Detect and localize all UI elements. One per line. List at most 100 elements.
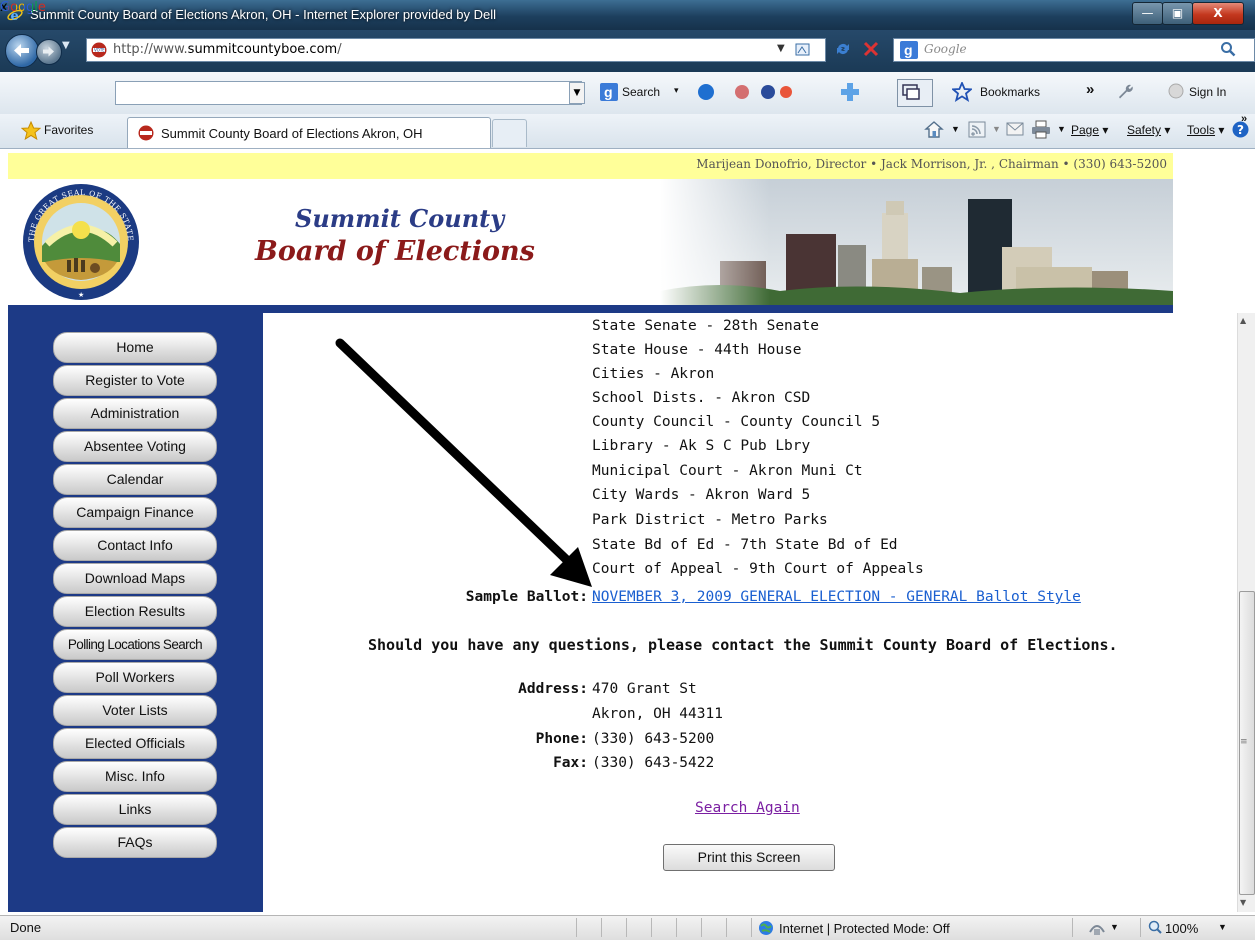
popup-blocker-icon — [902, 84, 920, 100]
safety-menu[interactable]: Safety ▾ — [1127, 123, 1170, 137]
nav-register-button[interactable]: Register to Vote — [53, 365, 217, 396]
tools-menu[interactable]: Tools ▾ — [1187, 123, 1224, 137]
wrench-icon[interactable] — [1116, 82, 1134, 100]
contact-question-text: Should you have any questions, please co… — [368, 636, 1118, 654]
svg-text:g: g — [604, 84, 613, 100]
internet-zone-globe-icon — [759, 921, 773, 935]
nav-download-maps-button[interactable]: Download Maps — [53, 563, 217, 594]
forward-button[interactable] — [36, 39, 62, 65]
nav-contact-button[interactable]: Contact Info — [53, 530, 217, 561]
address-line-1: 470 Grant St — [592, 681, 697, 697]
back-button[interactable] — [5, 34, 39, 68]
address-label: Address: — [518, 681, 588, 697]
sample-ballot-link[interactable]: NOVEMBER 3, 2009 GENERAL ELECTION - GENE… — [592, 589, 1081, 605]
compatibility-view-icon[interactable] — [795, 42, 810, 57]
window-title-bar: e Summit County Board of Elections Akron… — [0, 0, 1255, 30]
zoom-dropdown-icon[interactable]: ▼ — [1218, 922, 1227, 932]
recent-pages-dropdown-icon[interactable]: ▼ — [62, 40, 70, 51]
page-menu[interactable]: Page ▾ — [1071, 123, 1108, 137]
search-again-link[interactable]: Search Again — [695, 800, 800, 816]
nav-absentee-button[interactable]: Absentee Voting — [53, 431, 217, 462]
bookmark-star-icon — [952, 82, 972, 102]
google-search-button[interactable]: Search — [622, 85, 660, 99]
nav-polling-locations-button[interactable]: Polling Locations Search — [53, 629, 217, 660]
nav-misc-info-button[interactable]: Misc. Info — [53, 761, 217, 792]
nav-home-button[interactable]: Home — [53, 332, 217, 363]
search-options-dropdown-icon[interactable]: ▾ — [674, 85, 679, 96]
nav-elected-officials-button[interactable]: Elected Officials — [53, 728, 217, 759]
sign-in-button[interactable]: Sign In — [1189, 85, 1226, 99]
nav-administration-button[interactable]: Administration — [53, 398, 217, 429]
tab-summit-county-boe[interactable]: Summit County Board of Elections Akron, … — [127, 117, 491, 148]
phone-number: (330) 643-5200 — [592, 731, 715, 747]
address-dropdown-icon[interactable]: ▼ — [777, 43, 785, 54]
zoom-level[interactable]: 100% — [1165, 921, 1198, 936]
google-search-input[interactable] — [115, 81, 582, 105]
security-zone-text[interactable]: Internet | Protected Mode: Off — [779, 921, 950, 936]
print-screen-button[interactable]: Print this Screen — [663, 844, 835, 871]
district-line: City Wards - Akron Ward 5 — [592, 487, 811, 503]
district-line: Park District - Metro Parks — [592, 512, 828, 528]
close-button[interactable]: X — [1192, 2, 1244, 25]
phone-label: Phone: — [535, 731, 588, 747]
akron-skyline-image — [660, 179, 1173, 305]
search-box[interactable]: g Google — [893, 38, 1255, 62]
brand-title-line-1: Summit County — [295, 204, 505, 233]
nav-links-button[interactable]: Links — [53, 794, 217, 825]
bookmarks-button[interactable]: Bookmarks — [980, 85, 1040, 99]
nav-poll-workers-button[interactable]: Poll Workers — [53, 662, 217, 693]
add-button-icon[interactable] — [840, 82, 860, 102]
home-icon[interactable] — [924, 120, 944, 139]
site-favicon-icon: VOTE — [91, 42, 107, 58]
nav-voter-lists-button[interactable]: Voter Lists — [53, 695, 217, 726]
district-line: County Council - County Council 5 — [592, 414, 881, 430]
popup-blocker-button[interactable] — [897, 79, 933, 107]
more-tools-chevron-icon[interactable]: » — [1086, 81, 1094, 98]
district-line: School Dists. - Akron CSD — [592, 390, 811, 406]
district-line: Library - Ak S C Pub Lbry — [592, 438, 811, 454]
print-dropdown-icon[interactable]: ▼ — [1057, 124, 1066, 134]
refresh-icon[interactable] — [834, 40, 852, 58]
search-icon[interactable] — [1220, 41, 1236, 57]
annotation-arrow — [335, 338, 592, 587]
address-line-2: Akron, OH 44311 — [592, 706, 723, 722]
scroll-up-arrow-icon[interactable]: ▲ — [1240, 316, 1246, 325]
nav-calendar-button[interactable]: Calendar — [53, 464, 217, 495]
maximize-icon: ▣ — [1171, 6, 1184, 20]
read-mail-icon[interactable] — [1006, 122, 1024, 137]
google-search-provider-icon: g — [900, 41, 918, 59]
minimize-button[interactable]: — — [1132, 2, 1163, 25]
nav-election-results-button[interactable]: Election Results — [53, 596, 217, 627]
new-tab-button[interactable] — [492, 119, 527, 147]
feeds-icon[interactable] — [968, 121, 986, 138]
zoom-icon — [1148, 920, 1162, 934]
scroll-down-arrow-icon[interactable]: ▼ — [1240, 898, 1246, 907]
protected-mode-dropdown-icon[interactable]: ▼ — [1110, 922, 1119, 932]
print-icon[interactable] — [1031, 120, 1051, 139]
nav-campaign-finance-button[interactable]: Campaign Finance — [53, 497, 217, 528]
fax-label: Fax: — [553, 755, 588, 771]
feeds-dropdown-icon[interactable]: ▼ — [992, 124, 1001, 134]
address-input[interactable]: VOTE http://www.summitcountyboe.com/ ▼ — [86, 38, 826, 62]
fax-number: (330) 643-5422 — [592, 755, 715, 771]
favorites-button[interactable]: Favorites — [44, 123, 93, 137]
window-title: Summit County Board of Elections Akron, … — [30, 7, 497, 22]
google-search-dropdown-icon[interactable]: ▼ — [569, 82, 585, 104]
nav-faqs-button[interactable]: FAQs — [53, 827, 217, 858]
maximize-button[interactable]: ▣ — [1162, 2, 1193, 25]
status-text: Done — [10, 920, 42, 935]
command-bar-more-chevron-icon[interactable]: » — [1241, 113, 1247, 125]
google-logo: Google — [0, 0, 46, 15]
sidebar-nav: Home Register to Vote Administration Abs… — [8, 313, 263, 912]
svg-text:g: g — [904, 42, 913, 58]
stop-icon[interactable] — [863, 41, 879, 57]
director-contact-text: Marijean Donofrio, Director • Jack Morri… — [696, 157, 1167, 171]
home-dropdown-icon[interactable]: ▼ — [951, 124, 960, 134]
banner-divider — [8, 305, 1173, 313]
toolbar-buttons-icon[interactable] — [688, 82, 792, 102]
url-prefix: http://www. — [113, 42, 188, 57]
close-icon: X — [1213, 6, 1223, 20]
search-placeholder: Google — [924, 42, 967, 56]
url-suffix: / — [337, 42, 342, 57]
protected-mode-icon[interactable] — [1088, 920, 1106, 936]
